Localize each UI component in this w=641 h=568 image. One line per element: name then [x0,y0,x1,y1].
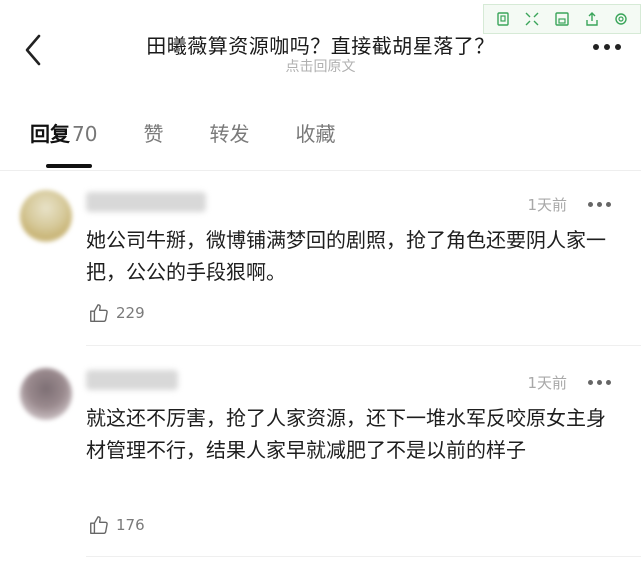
username-blurred[interactable] [86,192,206,212]
tab-likes-label: 赞 [143,122,164,146]
tab-reposts[interactable]: 转发 [209,118,249,170]
page-title: 田曦薇算资源咖吗？直接截胡星落了？ [146,34,495,58]
tab-replies[interactable]: 回复 70 [30,118,97,170]
avatar[interactable] [20,368,72,420]
tab-replies-count: 70 [72,122,98,146]
comment-time: 1天前 [527,196,567,214]
tab-replies-label: 回复 [30,122,70,146]
comment-text: 她公司牛掰，微博铺满梦回的剧照，抢了角色还要阴人家一把，公公的手段狠啊。 [86,228,606,284]
comment-more-button[interactable] [588,202,611,207]
comment-more-button[interactable] [588,380,611,385]
username-blurred[interactable] [86,370,178,390]
tab-bar: 回复 70 赞 转发 收藏 [30,118,381,170]
divider [86,556,641,557]
like-count: 229 [116,304,145,322]
tab-reposts-label: 转发 [209,122,250,146]
divider [0,170,641,171]
top-bar: 田曦薇算资源咖吗？直接截胡星落了？ 点击回原文 [0,0,641,100]
like-button[interactable]: 176 [88,514,145,536]
tab-favorites[interactable]: 收藏 [295,118,335,170]
back-to-original-link[interactable]: 点击回原文 [0,56,641,76]
avatar[interactable] [20,190,72,242]
tab-favorites-label: 收藏 [295,122,336,146]
more-options-button[interactable] [593,44,621,50]
active-tab-indicator [46,164,92,168]
thumbs-up-icon [90,516,108,534]
like-button[interactable]: 229 [88,302,145,324]
comment-item: 1天前 她公司牛掰，微博铺满梦回的剧照，抢了角色还要阴人家一把，公公的手段狠啊。… [0,180,641,350]
tab-likes[interactable]: 赞 [143,118,163,170]
comment-text: 就这还不厉害，抢了人家资源，还下一堆水军反咬原女主身材管理不行，结果人家早就减肥… [86,406,606,462]
comment-time: 1天前 [527,374,567,392]
divider [86,345,641,346]
like-count: 176 [116,516,145,534]
thumbs-up-icon [90,304,108,322]
comment-item: 1天前 就这还不厉害，抢了人家资源，还下一堆水军反咬原女主身材管理不行，结果人家… [0,358,641,563]
